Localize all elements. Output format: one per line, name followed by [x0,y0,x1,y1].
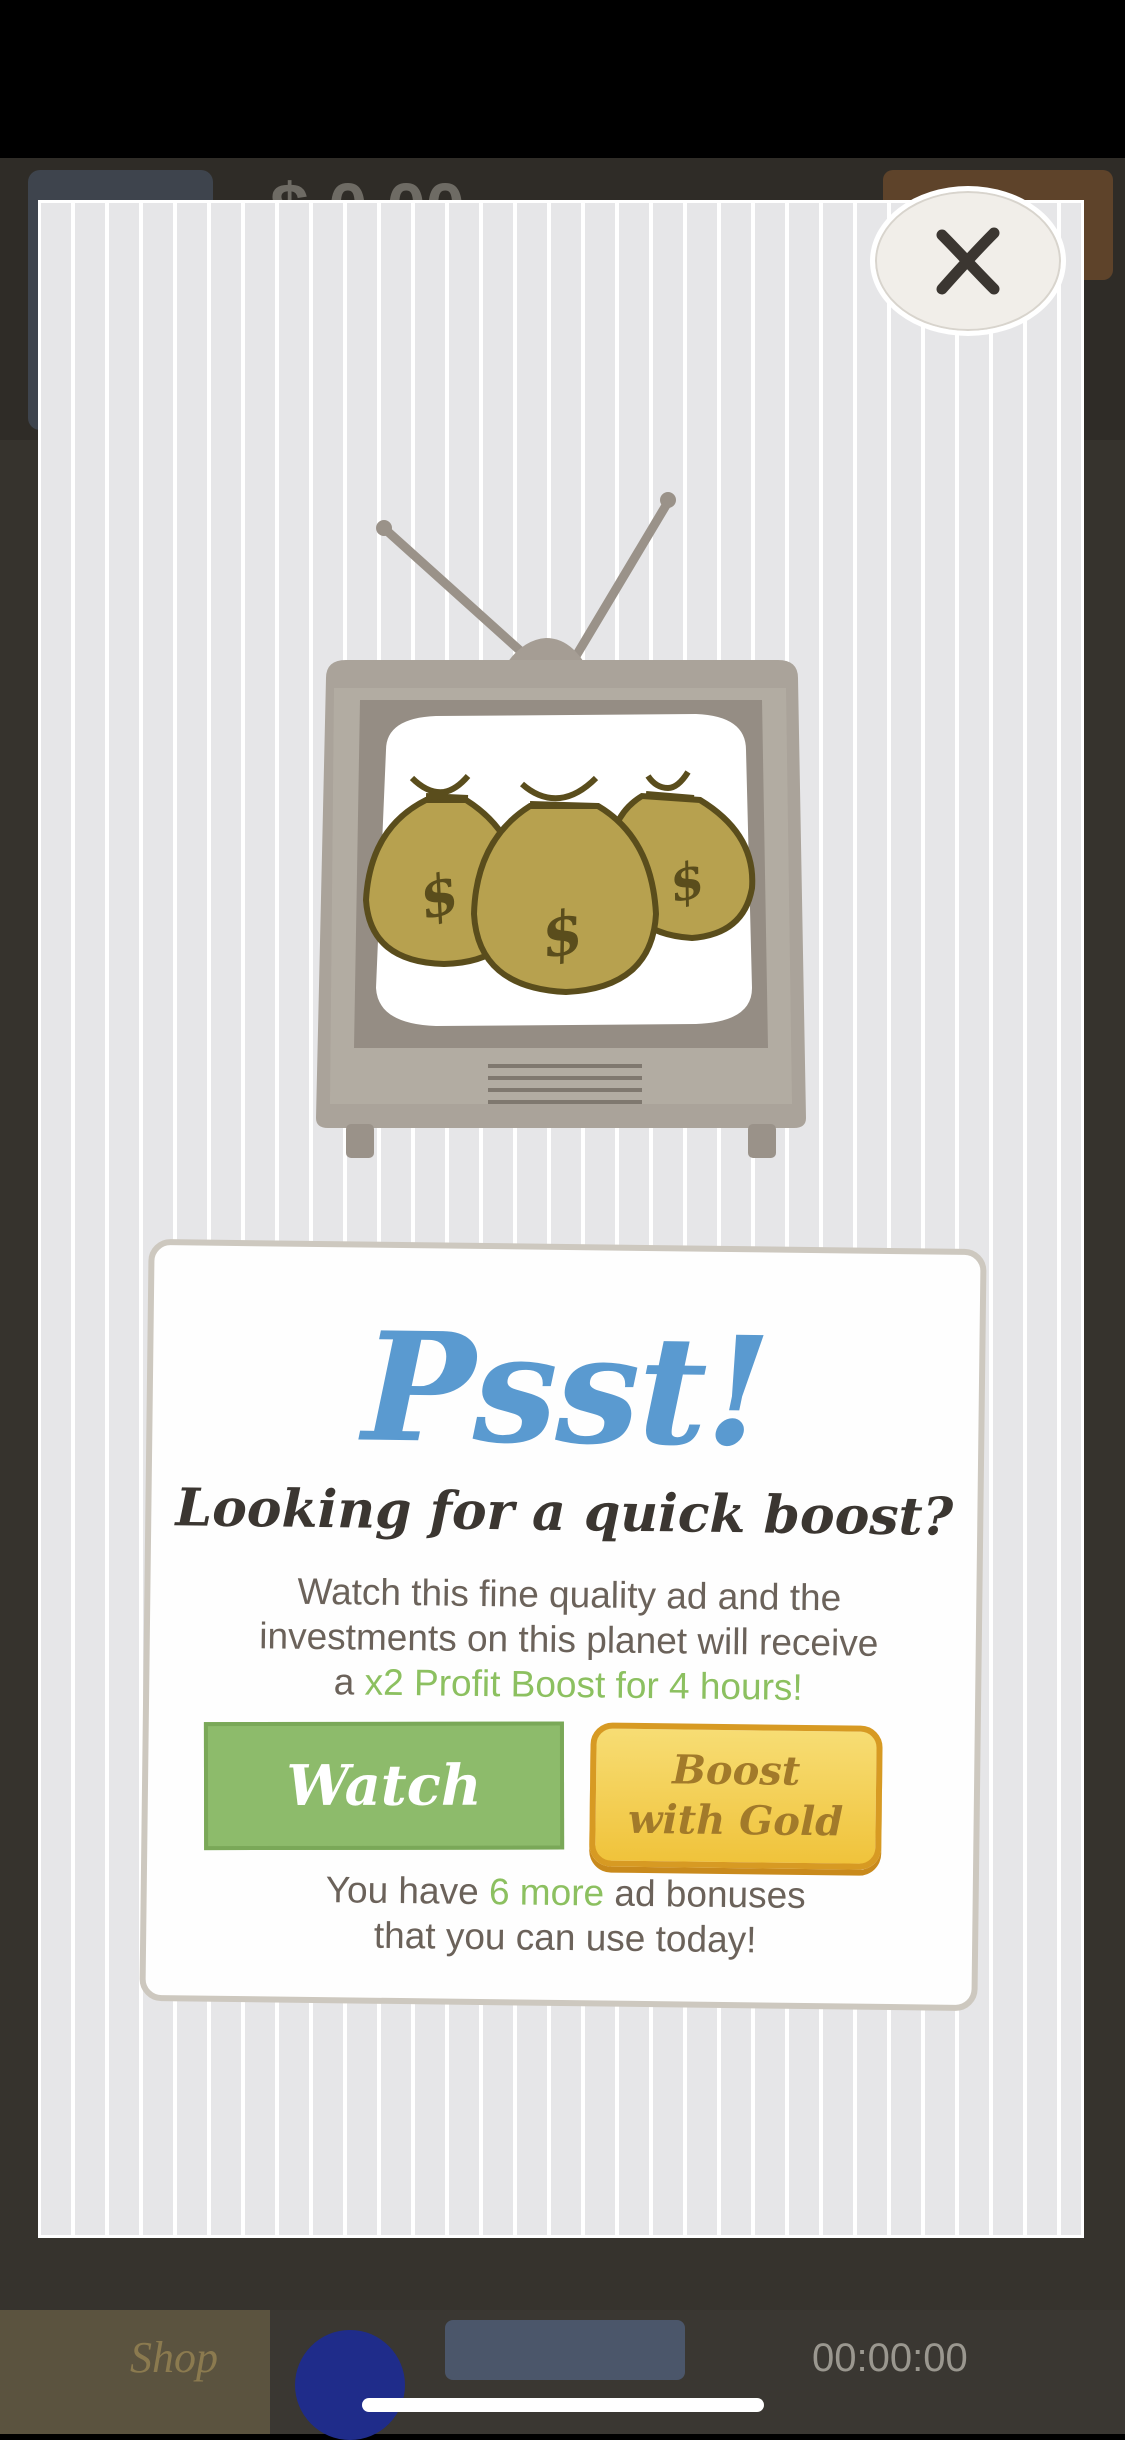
bonus-line-2: that you can use today! [373,1914,757,1961]
description-line-2: investments on this planet will receive [259,1615,879,1664]
home-indicator[interactable] [362,2398,764,2412]
boost-info-card: Psst! Looking for a quick boost? Watch t… [139,1238,987,2012]
game-footer: Shop 00:00:00 [0,2310,1125,2440]
description-line-3: a x2 Profit Boost for 4 hours! [189,1657,947,1711]
modal-description: Watch this fine quality ad and the inves… [189,1567,949,1711]
description-line-3-prefix: a [333,1661,365,1703]
bonus-count-highlight: 6 more [488,1871,605,1914]
gold-button-line-2: with Gold [627,1795,844,1846]
profit-boost-highlight: x2 Profit Boost for 4 hours! [364,1661,803,1708]
footer-tab [445,2320,685,2380]
shop-tab: Shop [0,2310,270,2434]
bonus-prefix: You have [325,1869,490,1913]
boost-with-gold-button[interactable]: Boost with Gold [589,1722,883,1870]
bonus-suffix: ad bonuses [603,1872,806,1916]
modal-headline: Looking for a quick boost? [175,1477,954,1548]
ad-bonus-count: You have 6 more ad bonuses that you can … [186,1865,945,1964]
footer-timer: 00:00:00 [812,2336,968,2380]
tv-icon: $ $ $ [316,492,806,1158]
close-button[interactable] [870,186,1066,336]
gold-button-line-1: Boost [671,1746,801,1795]
modal-title: Psst! [361,1299,771,1481]
watch-button[interactable]: Watch [203,1721,565,1851]
orb-icon [295,2330,405,2440]
close-icon [936,227,1000,295]
shop-label: Shop [130,2333,218,2382]
